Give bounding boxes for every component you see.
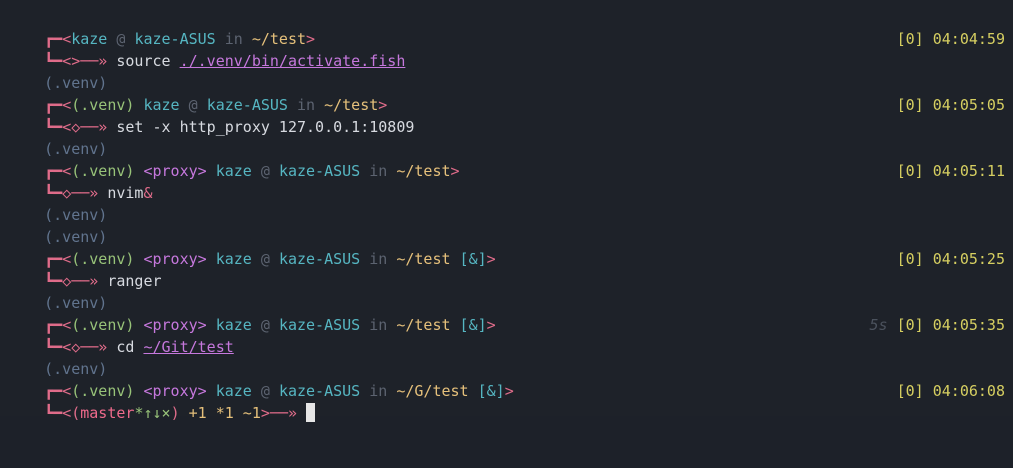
command-line: ┗━<◇──» set -x http_proxy 127.0.0.1:1080… — [8, 94, 1005, 136]
venv-line: (.venv) — [8, 336, 1005, 378]
git-stats: +1 *1 ~1 — [179, 404, 261, 422]
venv-line: (.venv) — [8, 204, 1005, 246]
exit-status: [0] — [896, 162, 924, 180]
prompt-line: ┏━<kaze @ kaze-ASUS in ~/test> — [8, 6, 1005, 48]
cmd-duration: 5s — [869, 316, 888, 334]
git-close: ) — [170, 404, 180, 422]
cmd-corner: ┗━ — [44, 404, 63, 422]
git-open: <( — [62, 404, 81, 422]
timestamp: 04:05:11 — [932, 162, 1005, 180]
timestamp: 04:05:35 — [932, 316, 1005, 334]
exit-status: [0] — [896, 382, 924, 400]
command-line[interactable]: ┗━<(master*↑↓×) +1 *1 ~1>──» [0] 04:06:0… — [8, 380, 1005, 422]
command-line: ┗━<>──» source ./.venv/bin/activate.fish… — [8, 28, 1005, 70]
exit-status: [0] — [896, 30, 924, 48]
command-line: ┗━<◇──» cd ~/Git/test 5s [0] 04:05:35 — [8, 314, 1005, 356]
git-end-arrow: >──» — [260, 404, 297, 422]
command-line: ┗━◇──» nvim& [0] 04:05:11 — [8, 160, 1005, 202]
text-cursor[interactable] — [306, 403, 316, 422]
timestamp: 04:06:08 — [932, 382, 1005, 400]
venv-line: (.venv) — [8, 116, 1005, 158]
prompt-line: ┏━<(.venv) kaze @ kaze-ASUS in ~/test> — [8, 72, 1005, 114]
cmd-right-status: 5s [0] 04:05:35 — [870, 314, 1005, 336]
exit-status: [0] — [896, 316, 924, 334]
exit-status: [0] — [896, 96, 924, 114]
terminal-window[interactable]: ┏━<kaze @ kaze-ASUS in ~/test> ┗━<>──» s… — [0, 0, 1013, 422]
cmd-right-status: [0] 04:05:05 — [897, 94, 1005, 116]
venv-line: (.venv) — [8, 50, 1005, 92]
command-line: ┗━◇──» ranger [0] 04:05:25 — [8, 248, 1005, 290]
git-branch: master — [80, 404, 135, 422]
prompt-line: ┏━<(.venv) <proxy> kaze @ kaze-ASUS in ~… — [8, 138, 1005, 180]
timestamp: 04:05:05 — [932, 96, 1005, 114]
prompt-line: ┏━<(.venv) <proxy> kaze @ kaze-ASUS in ~… — [8, 226, 1005, 268]
prompt-line: ┏━<(.venv) <proxy> kaze @ kaze-ASUS in ~… — [8, 358, 1005, 400]
venv-line: (.venv) — [8, 182, 1005, 224]
timestamp: 04:04:59 — [932, 30, 1005, 48]
git-flags: *↑↓× — [134, 404, 171, 422]
timestamp: 04:05:25 — [932, 250, 1005, 268]
exit-status: [0] — [896, 250, 924, 268]
venv-line: (.venv) — [8, 270, 1005, 312]
cmd-right-status: [0] 04:06:08 — [897, 380, 1005, 402]
cmd-right-status: [0] 04:04:59 — [897, 28, 1005, 50]
cmd-right-status: [0] 04:05:25 — [897, 248, 1005, 270]
prompt-line: ┏━<(.venv) <proxy> kaze @ kaze-ASUS in ~… — [8, 292, 1005, 334]
cmd-right-status: [0] 04:05:11 — [897, 160, 1005, 182]
